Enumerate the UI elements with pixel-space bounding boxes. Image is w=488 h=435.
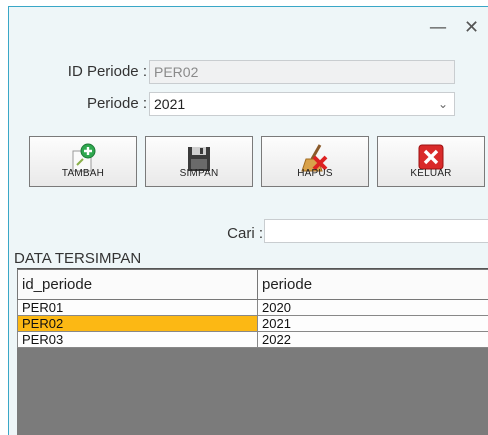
column-header-periode[interactable]: periode — [257, 269, 488, 300]
keluar-button[interactable]: KELUAR — [377, 136, 485, 187]
tambah-label: TAMBAH — [61, 168, 105, 179]
hapus-label: HAPUS — [297, 168, 333, 179]
cell-id-periode: PER03 — [17, 331, 258, 348]
simpan-label: SIMPAN — [179, 168, 219, 179]
cell-id-periode: PER01 — [17, 299, 258, 316]
tambah-button[interactable]: TAMBAH — [29, 136, 137, 187]
cari-label: Cari : — [227, 225, 263, 242]
cell-periode: 2021 — [257, 315, 488, 332]
close-button[interactable]: ✕ — [464, 19, 479, 37]
periode-select[interactable]: 2021 ⌄ — [149, 92, 455, 116]
simpan-button[interactable]: SIMPAN — [145, 136, 253, 187]
table-row-selected[interactable]: PER02 2021 — [17, 315, 488, 332]
search-input[interactable] — [264, 219, 488, 243]
data-grid[interactable]: id_periode periode PER01 2020 PER02 2021… — [17, 268, 488, 435]
table-row[interactable]: PER03 2022 — [17, 331, 488, 348]
cell-periode: 2020 — [257, 299, 488, 316]
cell-id-periode: PER02 — [17, 315, 258, 332]
data-table: id_periode periode PER01 2020 PER02 2021… — [17, 269, 488, 348]
hapus-button[interactable]: HAPUS — [261, 136, 369, 187]
table-row[interactable]: PER01 2020 — [17, 299, 488, 316]
id-periode-label: ID Periode : — [67, 63, 147, 80]
periode-window: — ✕ ID Periode : PER02 Periode : 2021 ⌄ … — [8, 6, 488, 435]
periode-label: Periode : — [86, 95, 147, 112]
table-header-row: id_periode periode — [17, 269, 488, 300]
chevron-down-icon[interactable]: ⌄ — [438, 93, 448, 115]
column-header-id-periode[interactable]: id_periode — [17, 269, 258, 300]
periode-select-value: 2021 — [154, 96, 186, 112]
cell-periode: 2022 — [257, 331, 488, 348]
id-periode-field[interactable]: PER02 — [149, 60, 455, 84]
keluar-label: KELUAR — [410, 168, 452, 179]
data-tersimpan-title: DATA TERSIMPAN — [14, 250, 142, 267]
minimize-button[interactable]: — — [429, 19, 447, 37]
